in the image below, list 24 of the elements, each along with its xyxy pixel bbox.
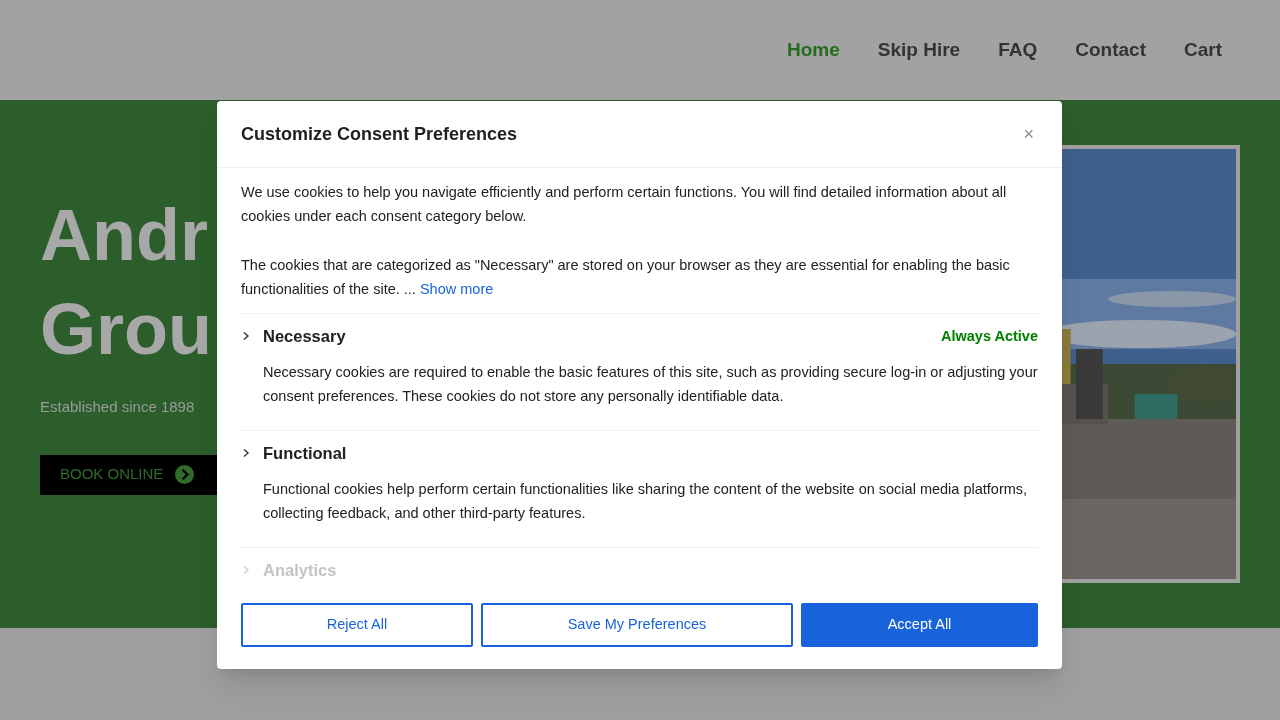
intro-text: We use cookies to help you navigate efficiently and perform certain functions. You will find detailed information about all cookies under each consent category below. [241,183,1008,226]
chevron-right-icon[interactable] [241,448,251,459]
hero-title: Grou [40,288,212,371]
hero-subtitle: Established since 1898 [40,397,195,417]
category-description: Necessary cookies are required to enable the basic features of this site, such as providing secure log-in or adjusting your consent preferences. These cookies do not store any personally identifiable data. [262,362,1038,406]
hero-title: Andr [40,194,208,277]
nav-link[interactable]: Cart [1184,35,1222,65]
category-title[interactable]: Functional [263,440,347,466]
preference-button[interactable]: Save My Preferences [481,603,793,647]
accept-button[interactable]: Accept All [801,603,1038,647]
preference-button[interactable]: Reject All [241,603,473,647]
intro-text: The cookies that are categorized as "Necessary" are stored on your browser as they are essential for enabling the basic functionalities of the site. ... Show more [241,256,1011,299]
show-more-link[interactable]: Show more [419,281,494,297]
always-active-label: Always Active [941,326,1038,346]
category-title[interactable]: Necessary [263,324,346,349]
nav-link[interactable]: Contact [1075,35,1146,65]
dialog-title: Customize Consent Preferences [241,122,518,146]
chevron-right-icon[interactable] [241,331,251,342]
nav-link[interactable]: Skip Hire [877,35,961,65]
chevron-circle-icon [175,465,195,484]
nav-link[interactable]: Home [787,35,840,65]
nav-link[interactable]: FAQ [998,35,1038,65]
close-button[interactable]: × [1019,125,1038,143]
category-description: Functional cookies help perform certain functionalities like sharing the content of the website on social media platforms, collecting feedback, and other third-party features. [262,479,1029,523]
